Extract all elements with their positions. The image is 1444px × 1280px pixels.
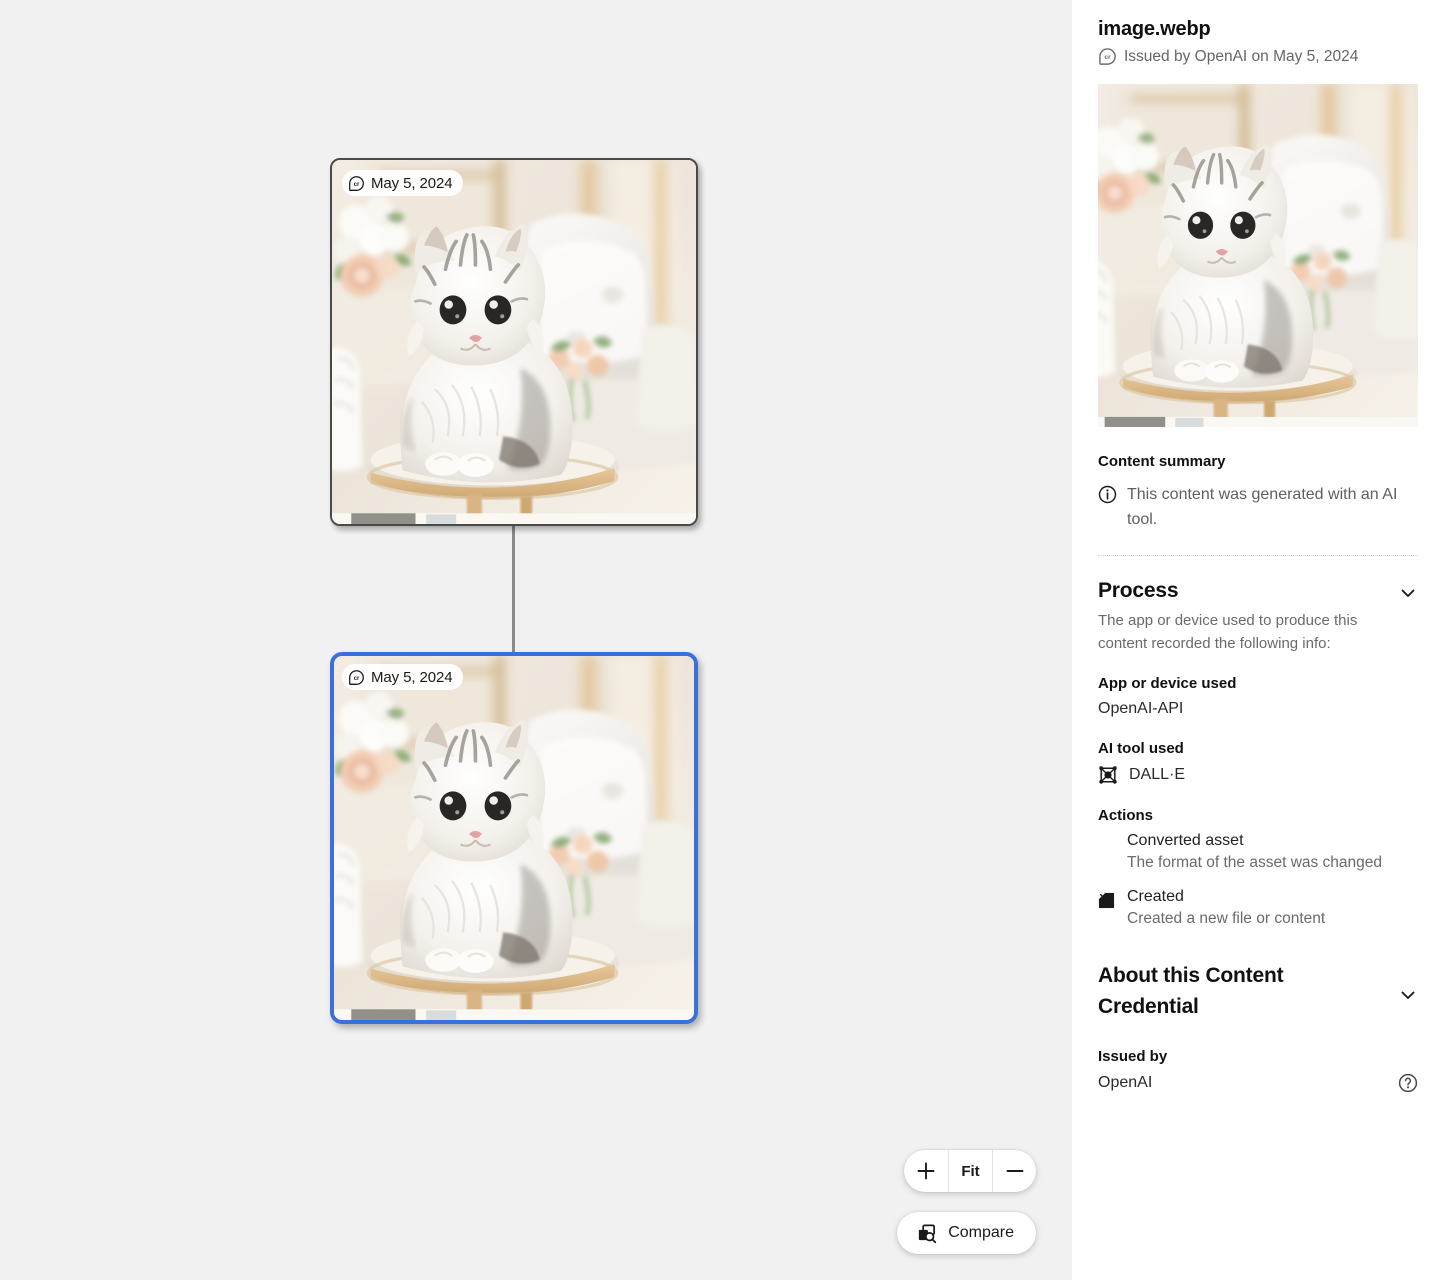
compare-button[interactable]: Compare <box>897 1212 1036 1254</box>
ai-tool-row: DALL·E <box>1098 765 1418 785</box>
node-selected-date-text: May 5, 2024 <box>371 669 452 686</box>
process-description: The app or device used to produce this c… <box>1098 610 1390 655</box>
content-summary-text: This content was generated with an AI to… <box>1127 483 1418 533</box>
provenance-canvas[interactable]: cr May 5, 2024 cr May 5, 2024 <box>0 0 1072 1280</box>
action-description: Created a new file or content <box>1127 908 1325 930</box>
app-or-device-value: OpenAI-API <box>1098 700 1418 718</box>
about-title: About this Content Credential <box>1098 961 1368 1022</box>
details-sidebar[interactable]: image.webp cr Issued by OpenAI on May 5,… <box>1072 0 1444 1280</box>
canvas-node-source[interactable]: cr May 5, 2024 <box>330 158 698 526</box>
node-connector-line <box>512 524 515 654</box>
ai-tool-label: AI tool used <box>1098 740 1418 757</box>
node-source-date-text: May 5, 2024 <box>371 175 452 192</box>
compare-icon <box>916 1223 937 1244</box>
content-credentials-app: cr May 5, 2024 cr May 5, 2024 <box>0 0 1444 1280</box>
process-title: Process <box>1098 576 1178 606</box>
node-source-image <box>332 160 696 524</box>
created-icon-slot <box>1098 892 1116 914</box>
canvas-node-selected[interactable]: cr May 5, 2024 <box>330 652 698 1024</box>
compare-button-label: Compare <box>948 1224 1014 1242</box>
action-created: Created Created a new file or content <box>1098 888 1418 930</box>
action-description: The format of the asset was changed <box>1127 852 1382 874</box>
issued-by-label: Issued by <box>1098 1048 1418 1065</box>
preview-image <box>1098 84 1418 427</box>
process-section-header[interactable]: Process <box>1098 576 1418 606</box>
action-name: Converted asset <box>1127 832 1382 850</box>
app-or-device-label: App or device used <box>1098 675 1418 692</box>
zoom-out-button[interactable] <box>992 1150 1036 1192</box>
about-section-header[interactable]: About this Content Credential <box>1098 961 1418 1022</box>
svg-text:cr: cr <box>354 675 360 681</box>
chevron-down-icon[interactable] <box>1398 583 1418 603</box>
ai-tool-value: DALL·E <box>1129 766 1185 784</box>
issued-by-line: cr Issued by OpenAI on May 5, 2024 <box>1098 47 1418 66</box>
zoom-fit-button[interactable]: Fit <box>948 1150 992 1192</box>
chevron-down-icon[interactable] <box>1398 985 1418 1005</box>
info-icon <box>1098 485 1117 504</box>
about-section: About this Content Credential Issued by … <box>1098 961 1418 1093</box>
content-credentials-icon: cr <box>348 669 365 686</box>
content-credentials-icon: cr <box>348 175 365 192</box>
action-converted-asset: Converted asset The format of the asset … <box>1098 832 1418 874</box>
plus-icon <box>915 1160 937 1182</box>
actions-label: Actions <box>1098 807 1418 824</box>
node-selected-date-badge[interactable]: cr May 5, 2024 <box>342 664 463 690</box>
zoom-in-button[interactable] <box>904 1150 948 1192</box>
divider <box>1098 555 1418 556</box>
dalle-icon <box>1098 765 1118 785</box>
created-icon <box>1098 892 1115 909</box>
help-icon[interactable] <box>1398 1073 1418 1093</box>
minus-icon <box>1004 1160 1026 1182</box>
file-name: image.webp <box>1098 18 1418 41</box>
node-selected-image <box>334 656 694 1020</box>
issuer-name: OpenAI <box>1098 1074 1152 1092</box>
svg-text:cr: cr <box>1104 54 1111 61</box>
content-credentials-icon: cr <box>1098 47 1117 66</box>
node-source-date-badge[interactable]: cr May 5, 2024 <box>342 170 463 196</box>
file-preview-thumbnail[interactable] <box>1098 84 1418 427</box>
zoom-controls[interactable]: Fit <box>904 1150 1036 1192</box>
issuer-row: OpenAI <box>1098 1073 1418 1093</box>
content-summary-title: Content summary <box>1098 453 1418 470</box>
issued-by-text: Issued by OpenAI on May 5, 2024 <box>1124 48 1358 66</box>
svg-text:cr: cr <box>354 181 360 187</box>
content-summary-row: This content was generated with an AI to… <box>1098 483 1418 533</box>
action-name: Created <box>1127 888 1325 906</box>
